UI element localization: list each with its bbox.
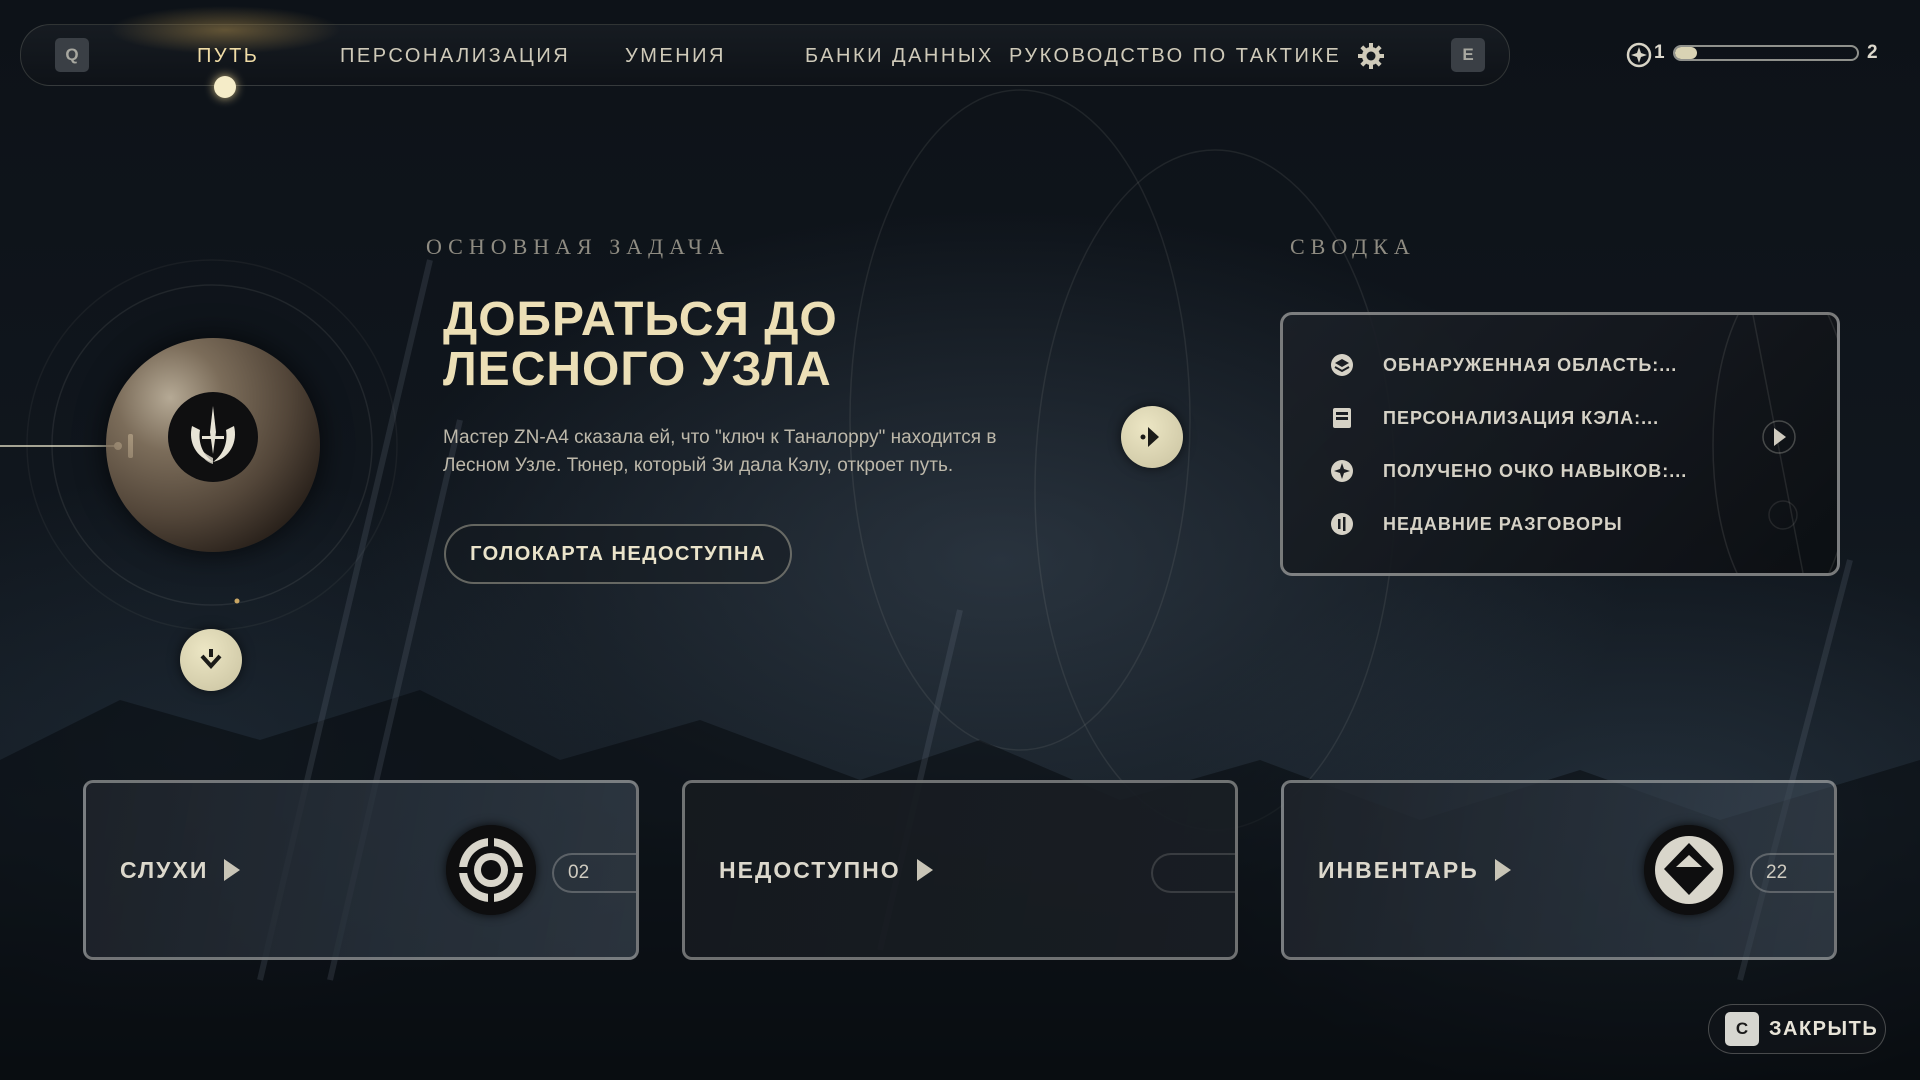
summary-heading: СВОДКА	[1290, 234, 1416, 259]
close-key-hint: C	[1725, 1012, 1759, 1046]
holomap-button[interactable]: ГОЛОКАРТА НЕДОСТУПНА	[444, 524, 792, 584]
prev-tab-key-hint[interactable]: Q	[55, 38, 89, 72]
objective-details-button[interactable]	[1121, 406, 1183, 468]
empty-count-pill	[1151, 853, 1235, 893]
tab-databank[interactable]: БАНКИ ДАННЫХ	[805, 26, 994, 86]
xp-progress-fill	[1675, 47, 1697, 59]
tab-tactical-guide[interactable]: РУКОВОДСТВО ПО ТАКТИКЕ	[1009, 26, 1341, 86]
close-button[interactable]: C ЗАКРЫТЬ	[1708, 1004, 1886, 1054]
quest-description: Мастер ZN-A4 сказала ей, что "ключ к Тан…	[443, 427, 997, 476]
rumors-card[interactable]: СЛУХИ 02	[83, 780, 639, 960]
unavailable-label: НЕДОСТУПНО	[719, 856, 901, 883]
rumors-card-label: СЛУХИ	[120, 783, 241, 957]
rumors-count: 02	[552, 853, 636, 893]
inventory-icon	[1644, 825, 1734, 915]
rumors-icon	[446, 825, 536, 915]
path-menu-screen: Q ПУТЬ ПЕРСОНАЛИЗАЦИЯ УМЕНИЯ БАНКИ ДАННЫ…	[0, 0, 1920, 1080]
jedi-order-icon	[168, 392, 258, 482]
chevron-right-icon	[1140, 427, 1159, 447]
quest-title: ДОБРАТЬСЯ ДО ЛЕСНОГО УЗЛА	[443, 295, 1003, 395]
close-label: ЗАКРЫТЬ	[1769, 1017, 1879, 1040]
quest-title-line1: ДОБРАТЬСЯ ДО	[443, 293, 838, 346]
chevron-right-icon	[916, 859, 933, 881]
inventory-card-label: ИНВЕНТАРЬ	[1318, 783, 1511, 957]
xp-progress-bar	[1673, 45, 1859, 61]
customization-icon	[1333, 408, 1351, 428]
scroll-down-button[interactable]	[180, 629, 242, 691]
inventory-count: 22	[1750, 853, 1834, 893]
unavailable-card[interactable]: НЕДОСТУПНО	[682, 780, 1238, 960]
summary-item-label: ПОЛУЧЕНО ОЧКО НАВЫКОВ:...	[1383, 460, 1688, 481]
summary-item-area-discovered[interactable]: ОБНАРУЖЕННАЯ ОБЛАСТЬ:...	[1329, 350, 1677, 380]
chevron-down-icon	[200, 649, 222, 669]
xp-next-level: 2	[1867, 42, 1878, 63]
summary-item-customization[interactable]: ПЕРСОНАЛИЗАЦИЯ КЭЛА:...	[1329, 403, 1659, 433]
chevron-right-icon	[1494, 859, 1511, 881]
area-discovered-icon	[1331, 354, 1353, 376]
summary-next-arrow-icon[interactable]	[1761, 419, 1797, 455]
xp-current-level: 1	[1654, 42, 1665, 63]
tab-customization[interactable]: ПЕРСОНАЛИЗАЦИЯ	[340, 26, 570, 86]
summary-item-label: ПЕРСОНАЛИЗАЦИЯ КЭЛА:...	[1383, 407, 1660, 428]
summary-item-skill-point[interactable]: ПОЛУЧЕНО ОЧКО НАВЫКОВ:...	[1329, 456, 1687, 486]
conversation-icon	[1331, 513, 1353, 535]
tab-skills[interactable]: УМЕНИЯ	[625, 26, 726, 86]
inventory-card[interactable]: ИНВЕНТАРЬ 22	[1281, 780, 1837, 960]
skill-point-icon	[1331, 460, 1353, 482]
objective-heading: ОСНОВНАЯ ЗАДАЧА	[426, 234, 730, 259]
summary-item-conversations[interactable]: НЕДАВНИЕ РАЗГОВОРЫ	[1329, 509, 1623, 539]
summary-panel[interactable]: ОБНАРУЖЕННАЯ ОБЛАСТЬ:... ПЕРСОНАЛИЗАЦИЯ …	[1280, 312, 1840, 576]
quest-title-line2: ЛЕСНОГО УЗЛА	[443, 343, 832, 396]
inventory-label: ИНВЕНТАРЬ	[1318, 856, 1479, 883]
gear-icon[interactable]	[1356, 41, 1386, 71]
skill-point-icon	[1626, 42, 1652, 68]
summary-item-label: НЕДАВНИЕ РАЗГОВОРЫ	[1383, 513, 1623, 534]
unavailable-card-label: НЕДОСТУПНО	[719, 783, 933, 957]
active-tab-indicator	[214, 76, 236, 98]
summary-item-label: ОБНАРУЖЕННАЯ ОБЛАСТЬ:...	[1383, 354, 1678, 375]
chevron-right-icon	[224, 859, 241, 881]
next-tab-key-hint[interactable]: E	[1451, 38, 1485, 72]
rumors-label: СЛУХИ	[120, 856, 209, 883]
